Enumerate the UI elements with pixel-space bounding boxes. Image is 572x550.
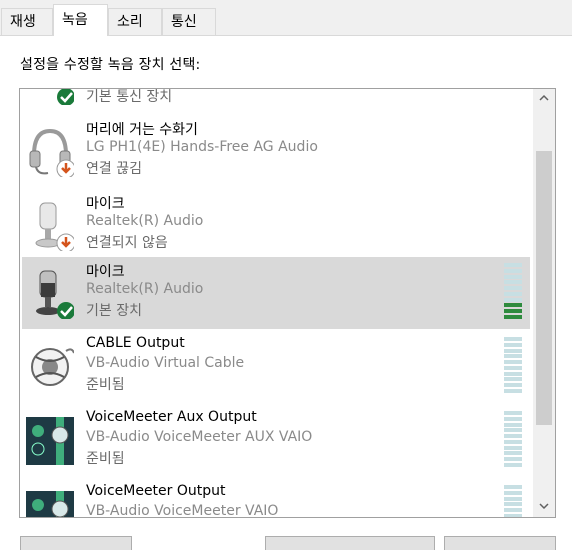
device-status: 준비됨 (86, 377, 125, 393)
level-meter-segment (504, 439, 522, 444)
device-description: Realtek(R) Audio (86, 213, 204, 229)
level-meter (504, 485, 522, 517)
level-meter-segment (504, 462, 522, 467)
voicemeeter-icon (26, 417, 74, 465)
chevron-down-icon[interactable] (533, 497, 555, 517)
level-meter-segment (504, 371, 522, 376)
set-default-button[interactable] (265, 536, 435, 550)
level-meter-segment (504, 383, 522, 388)
level-meter-segment (504, 428, 522, 433)
level-meter-segment (504, 434, 522, 439)
device-row-cable-output[interactable]: CABLE Output VB-Audio Virtual Cable 준비됨 (22, 331, 530, 403)
device-name: CABLE Output (86, 335, 185, 351)
device-description: Realtek(R) Audio (86, 281, 204, 297)
level-meter-segment (504, 268, 522, 273)
scrollbar-thumb[interactable] (536, 151, 552, 425)
device-name: VoiceMeeter Output (86, 483, 226, 499)
level-meter-segment (504, 274, 522, 279)
tab-sounds[interactable]: 소리 (108, 8, 162, 35)
device-description: VB-Audio VoiceMeeter VAIO (86, 503, 279, 518)
level-meter-segment (504, 342, 522, 347)
level-meter-segment (504, 411, 522, 416)
device-row-headset[interactable]: 머리에 거는 수화기 LG PH1(4E) Hands-Free AG Audi… (22, 115, 530, 187)
level-meter-segment (504, 445, 522, 450)
level-meter-segment (504, 490, 522, 495)
tab-playback[interactable]: 재생 (1, 8, 53, 35)
level-meter-segment (504, 360, 522, 365)
level-meter-segment (504, 365, 522, 370)
tab-communications[interactable]: 통신 (162, 8, 216, 35)
list-scrollbar[interactable] (533, 89, 555, 517)
level-meter-segment (504, 416, 522, 421)
level-meter-segment (504, 485, 522, 490)
level-meter-segment (504, 337, 522, 342)
tab-recording[interactable]: 녹음 (53, 4, 108, 36)
level-meter-segment (504, 422, 522, 427)
chevron-up-icon[interactable] (533, 89, 555, 109)
level-meter-segment (504, 291, 522, 296)
device-row-voicemeeter-aux[interactable]: VoiceMeeter Aux Output VB-Audio VoiceMee… (22, 405, 530, 477)
level-meter-segment (504, 280, 522, 285)
device-name: 머리에 거는 수화기 (86, 122, 198, 138)
level-meter-segment (504, 303, 522, 308)
level-meter-segment (504, 309, 522, 314)
default-comm-device-icon (57, 89, 74, 105)
level-meter-segment (504, 451, 522, 456)
level-meter-segment (504, 388, 522, 393)
level-meter (504, 263, 522, 319)
device-row-microphone-unplugged[interactable]: 마이크 Realtek(R) Audio 연결되지 않음 (22, 189, 530, 261)
tab-strip: 재생 녹음 소리 통신 (0, 0, 572, 36)
level-meter-segment (504, 377, 522, 382)
properties-button[interactable] (444, 536, 556, 550)
level-meter-segment (504, 457, 522, 462)
level-meter-segment (504, 354, 522, 359)
recording-device-list[interactable]: 기본 통신 장치 머리에 거는 수화기 LG PH1(4E) Hands-Fre… (19, 88, 556, 518)
device-description: VB-Audio VoiceMeeter AUX VAIO (86, 429, 313, 445)
level-meter-segment (504, 502, 522, 507)
device-status: 연결 끊김 (86, 161, 142, 177)
level-meter-segment (504, 508, 522, 513)
level-meter-segment (504, 513, 522, 517)
device-description: LG PH1(4E) Hands-Free AG Audio (86, 139, 318, 155)
cable-icon (31, 348, 74, 386)
device-name: 마이크 (86, 264, 125, 280)
device-name: VoiceMeeter Aux Output (86, 409, 257, 425)
device-status: 준비됨 (86, 451, 125, 467)
device-name: 마이크 (86, 196, 125, 212)
headset-icon (29, 128, 74, 177)
device-row-microphone-default[interactable]: 마이크 Realtek(R) Audio 기본 장치 (22, 257, 530, 329)
level-meter-segment (504, 286, 522, 291)
level-meter-segment (504, 496, 522, 501)
microphone-icon (36, 270, 74, 319)
configure-button[interactable] (20, 536, 132, 550)
device-status: 연결되지 않음 (86, 235, 168, 251)
select-device-prompt: 설정을 수정할 녹음 장치 선택: (20, 57, 201, 73)
device-status: 기본 장치 (86, 303, 142, 319)
level-meter (504, 411, 522, 467)
device-description: VB-Audio Virtual Cable (86, 355, 245, 371)
device-row-voicemeeter-output[interactable]: VoiceMeeter Output VB-Audio VoiceMeeter … (22, 479, 530, 518)
device-status: 기본 통신 장치 (86, 89, 173, 105)
level-meter-segment (504, 314, 522, 319)
microphone-icon (35, 202, 74, 251)
level-meter-segment (504, 348, 522, 353)
level-meter-segment (504, 297, 522, 302)
level-meter (504, 337, 522, 393)
level-meter-segment (504, 263, 522, 268)
voicemeeter-icon (26, 491, 74, 517)
device-row-default-comm[interactable]: 기본 통신 장치 (22, 89, 530, 115)
